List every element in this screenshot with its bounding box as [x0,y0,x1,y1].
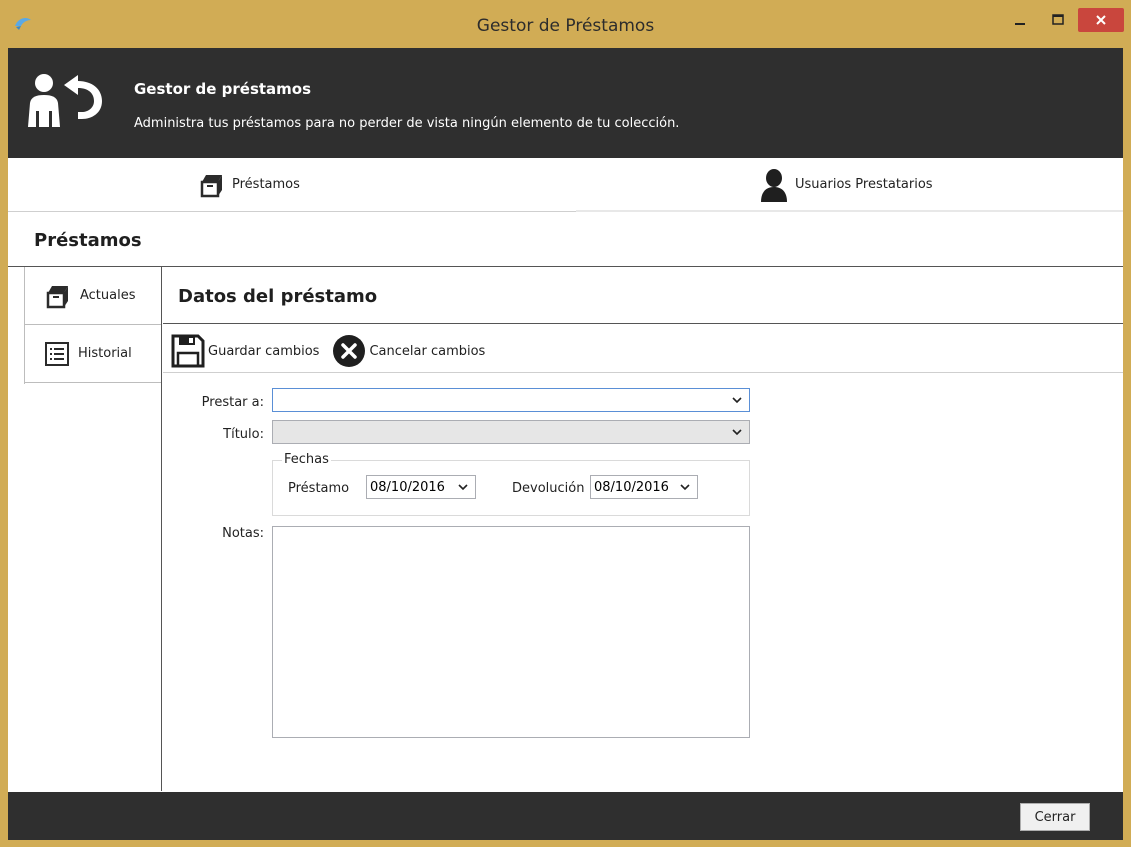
notas-textarea[interactable] [272,526,750,738]
save-button-label: Guardar cambios [208,343,320,359]
chevron-down-icon [731,426,743,442]
header-title: Gestor de préstamos [134,80,312,98]
close-window-button[interactable] [1078,8,1124,32]
title-bar: Gestor de Préstamos [0,0,1131,48]
header-subtitle: Administra tus préstamos para no perder … [134,116,680,131]
prestar-label: Prestar a: [201,395,264,410]
app-window: Gestor de Préstamos Gestor de préstamos [0,0,1131,847]
prestar-combobox[interactable] [272,388,750,412]
chevron-down-icon [457,481,469,497]
cancel-button[interactable]: Cancelar cambios [331,333,485,369]
panel-title: Datos del préstamo [178,286,378,307]
panel-divider [163,323,1123,324]
tab-prestamos[interactable]: Préstamos [198,158,300,211]
tab-divider [576,210,1123,212]
tab-prestamos-label: Préstamos [232,177,300,192]
titulo-label: Título: [223,427,264,442]
section-title: Préstamos [34,230,142,251]
notas-label: Notas: [222,526,264,541]
window-title: Gestor de Préstamos [476,16,655,36]
side-navigation: Actuales Historial [8,267,162,791]
close-button[interactable]: Cerrar [1020,803,1090,831]
close-icon [1096,15,1106,25]
minimize-button[interactable] [1002,8,1038,32]
tab-usuarios-label: Usuarios Prestatarios [795,177,933,192]
box-icon [198,172,226,198]
panel-toolbar: Guardar cambios Cancelar cambios [170,331,497,371]
prestamo-date-picker[interactable]: 08/10/2016 [366,475,476,499]
footer-bar [8,792,1123,840]
fechas-legend: Fechas [282,452,331,467]
devolucion-date-value: 08/10/2016 [594,479,669,495]
user-icon [759,168,789,202]
list-icon [44,341,70,367]
sidebar-item-historial[interactable]: Historial [24,325,161,383]
tab-usuarios-prestatarios[interactable]: Usuarios Prestatarios [759,158,933,211]
header-banner: Gestor de préstamos Administra tus prést… [8,48,1123,158]
sidebar-item-actuales[interactable]: Actuales [24,267,161,325]
box-icon [44,283,72,309]
user-return-icon [22,71,106,131]
client-area: Gestor de préstamos Administra tus prést… [8,48,1123,840]
devolucion-date-picker[interactable]: 08/10/2016 [590,475,698,499]
save-button[interactable]: Guardar cambios [170,333,319,369]
chevron-down-icon [679,481,691,497]
cancel-button-label: Cancelar cambios [369,343,486,359]
cancel-icon [331,333,367,369]
devolucion-date-label: Devolución [512,481,585,496]
main-tabs: Préstamos Usuarios Prestatarios [8,158,1123,212]
toolbar-divider [163,372,1123,373]
sidebar-item-label: Actuales [80,288,136,303]
prestamo-date-value: 08/10/2016 [370,479,445,495]
titulo-combobox[interactable] [272,420,750,444]
save-icon [170,333,206,369]
maximize-button[interactable] [1040,8,1076,32]
section-divider [8,266,1123,267]
chevron-down-icon [731,394,743,410]
sidebar-item-label: Historial [78,346,132,361]
prestamo-date-label: Préstamo [288,481,350,496]
